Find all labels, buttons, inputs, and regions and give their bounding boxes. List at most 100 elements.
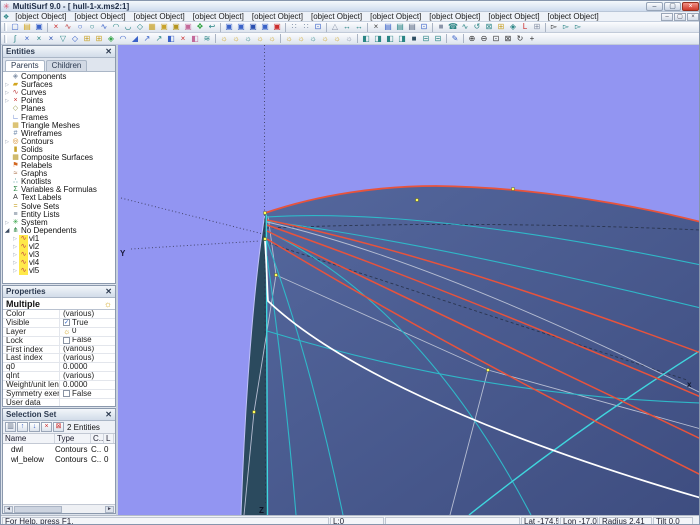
phone-icon[interactable]: ☎ [447, 22, 459, 32]
edit-curve-icon[interactable]: ∿ [459, 22, 471, 32]
expand-arrow-icon[interactable] [11, 235, 19, 243]
properties-panel-header[interactable]: Properties ✕ [3, 286, 115, 298]
columns-icon[interactable]: ▥ [5, 422, 16, 432]
property-row[interactable]: Symmetry exempt False [3, 390, 115, 399]
tree-item[interactable]: Σ Variables & Formulas [3, 186, 115, 194]
solid-cut-icon[interactable]: ◨ [396, 34, 408, 44]
tree-item[interactable]: ▰ Surfaces [3, 81, 115, 89]
tree-item[interactable]: ◇ Planes [3, 105, 115, 113]
arrow-ne-icon[interactable]: ↗ [141, 34, 153, 44]
scrollbar-thumb[interactable] [14, 506, 62, 513]
delete-box-icon[interactable]: ⊠ [483, 22, 495, 32]
column-header[interactable]: C... [91, 434, 104, 443]
tree-item[interactable]: ∴ Knotlists [3, 178, 115, 186]
zoom-window-icon[interactable]: ⊡ [490, 34, 502, 44]
arc-icon[interactable]: ◠ [110, 22, 122, 32]
mdi-minimize-button[interactable]: – [661, 13, 673, 21]
expand-arrow-icon[interactable] [3, 219, 11, 227]
checkbox-icon[interactable] [63, 319, 70, 326]
property-row[interactable]: First index (various) [3, 346, 115, 355]
point-red-icon[interactable]: × [177, 34, 189, 44]
tree-item[interactable]: ∿ vl2 [3, 243, 115, 251]
column-header[interactable]: L [104, 434, 114, 443]
hide-selected-icon[interactable]: ☼ [295, 34, 307, 44]
tree-item[interactable]: # Wireframes [3, 130, 115, 138]
column-header[interactable]: Type [55, 434, 91, 443]
triangle-icon[interactable]: △ [329, 22, 341, 32]
view-side-icon[interactable]: ▣ [247, 22, 259, 32]
expand-arrow-icon[interactable] [11, 243, 19, 251]
property-value[interactable]: (various) [60, 346, 115, 354]
tree-item[interactable]: ✳ System [3, 219, 115, 227]
knot-icon[interactable]: ∫ [9, 34, 21, 44]
selection-row[interactable]: dwl Contours C.. 0 [3, 444, 115, 454]
ring-icon[interactable]: ○ [86, 22, 98, 32]
menu-item[interactable]: [object Object] [11, 12, 70, 21]
close-icon[interactable]: ✕ [105, 411, 112, 419]
zoom-previous-icon[interactable]: ⊠ [502, 34, 514, 44]
close-button[interactable]: × [682, 2, 699, 11]
tab[interactable]: Children [46, 60, 88, 71]
property-value[interactable]: (various) [60, 354, 115, 362]
tree-item[interactable]: ≈ Graphs [3, 170, 115, 178]
show-all-icon[interactable]: ☼ [218, 34, 230, 44]
property-row[interactable]: Layer 0 [3, 328, 115, 337]
property-value[interactable] [60, 399, 115, 407]
insert-grid-icon[interactable]: ⊞ [495, 22, 507, 32]
arc-blue-icon[interactable]: ◠ [117, 34, 129, 44]
menu-item[interactable]: [object Object] [248, 12, 307, 21]
hide-parents-icon[interactable]: ☼ [319, 34, 331, 44]
show-query-icon[interactable]: ☼ [242, 34, 254, 44]
span-icon[interactable]: ↔ [341, 22, 353, 32]
tree-item[interactable]: × Points [3, 97, 115, 105]
tree-item[interactable]: ▦ Composite Surfaces [3, 154, 115, 162]
tree-item[interactable]: ⚑ Relabels [3, 162, 115, 170]
zoom-out-icon[interactable]: ⊖ [478, 34, 490, 44]
menu-item[interactable]: [object Object] [130, 12, 189, 21]
select-arrow-icon[interactable]: ▻ [548, 22, 560, 32]
menu-item[interactable]: [object Object] [544, 12, 603, 21]
view-wireframe-icon[interactable]: ▣ [223, 22, 235, 32]
open-file-icon[interactable]: ▤ [21, 22, 33, 32]
expand-arrow-icon[interactable] [3, 227, 11, 235]
property-value[interactable]: 0.0000 [60, 363, 115, 371]
hide-children-icon[interactable]: ☼ [331, 34, 343, 44]
selection-row[interactable]: wl_below Contours C.. 0 [3, 454, 115, 464]
checkbox-icon[interactable] [63, 328, 70, 335]
menu-item[interactable]: [object Object] [484, 12, 543, 21]
bead-icon[interactable]: ○ [74, 22, 86, 32]
tree-item[interactable]: ▮ Solids [3, 146, 115, 154]
property-row[interactable]: User data [3, 399, 115, 407]
move-up-icon[interactable]: ↑ [17, 422, 28, 432]
checkbox-icon[interactable] [63, 390, 70, 397]
duplicate-icon[interactable]: ▤ [406, 22, 418, 32]
copy-icon[interactable]: ▤ [382, 22, 394, 32]
solid-dark-icon[interactable]: ■ [408, 34, 420, 44]
checkbox-icon[interactable] [63, 337, 70, 344]
tree-item[interactable]: ∿ vl3 [3, 251, 115, 259]
property-value[interactable]: False [60, 337, 115, 345]
mdi-close-button[interactable]: × [687, 13, 699, 21]
arrow-ne-teal-icon[interactable]: ↗ [153, 34, 165, 44]
undo-icon[interactable]: ↺ [471, 22, 483, 32]
solid-union-icon[interactable]: ◧ [360, 34, 372, 44]
minimize-button[interactable]: – [646, 2, 663, 11]
box-pink-icon[interactable]: ◧ [189, 34, 201, 44]
diamond-icon[interactable]: ◈ [507, 22, 519, 32]
view-plan-icon[interactable]: ▣ [259, 22, 271, 32]
waves-icon[interactable]: ≋ [201, 34, 213, 44]
property-row[interactable]: Color (various) [3, 310, 115, 319]
property-row[interactable]: Visible True [3, 319, 115, 328]
remove-entity-icon[interactable]: × [41, 422, 52, 432]
grid-gold-alt-icon[interactable]: ⊞ [93, 34, 105, 44]
menu-item[interactable]: [object Object] [189, 12, 248, 21]
solid-join-icon[interactable]: ⊟ [432, 34, 444, 44]
move-down-icon[interactable]: ↓ [29, 422, 40, 432]
delete-icon[interactable]: × [370, 22, 382, 32]
tree-item[interactable]: ▦ Triangle Meshes [3, 122, 115, 130]
show-children-icon[interactable]: ☼ [266, 34, 278, 44]
tree-item[interactable]: = Solve Sets [3, 203, 115, 211]
property-row[interactable]: qInt (various) [3, 372, 115, 381]
hide-query-icon[interactable]: ☼ [307, 34, 319, 44]
grid-dots-alt-icon[interactable]: ∷ [300, 22, 312, 32]
